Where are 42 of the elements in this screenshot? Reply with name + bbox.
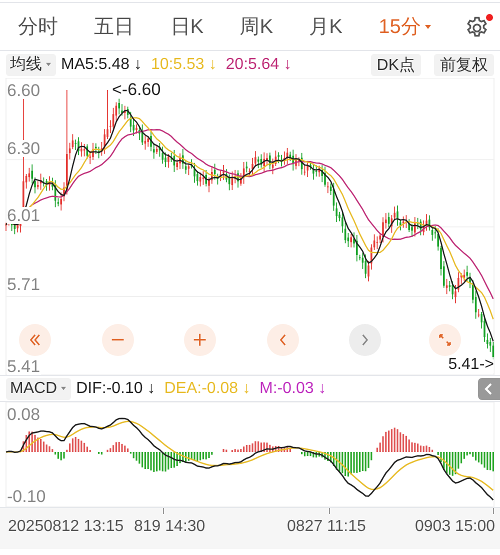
axis-label: 5.41 [7,358,42,375]
axis-label: 6.30 [7,140,42,157]
caret-icon [60,386,68,391]
indicator-value: 20:5.64 ↓ [226,54,292,74]
chart-control-button[interactable] [267,324,299,356]
indicator-value: M:-0.03 ↓ [260,378,326,398]
chevron-left-icon [484,383,494,395]
minus-icon [111,338,125,342]
indicator-value: MA5:5.48 ↓ [61,54,142,74]
tab[interactable]: 月K [309,12,343,42]
toolbar-button[interactable]: 前复权 [434,54,494,76]
tab[interactable]: 分时 [18,12,58,42]
indicator-value: DEA:-0.08 ↓ [164,378,251,398]
chart-control-button[interactable] [429,324,461,356]
axis-label: 0827 11:15 [287,519,366,535]
axis-label: 20250812 13:15 [8,519,124,535]
indicator-value: DIF:-0.10 ↓ [76,378,156,398]
axis-label: 0.08 [7,406,40,423]
tab[interactable]: 日K [170,12,204,42]
axis-label: 819 14:30 [134,519,206,535]
plus-icon [193,333,207,347]
indicator-value: 10:5.53 ↓ [150,54,217,74]
axis-label: 5.71 [7,276,42,294]
axis-label: 6.60 [7,82,42,99]
double-chevron-left-icon [30,334,40,346]
indicator-selector[interactable]: MACD [6,378,72,400]
tab[interactable]: 周K [240,12,274,42]
tab[interactable]: 五日 [94,12,134,42]
chart-control-button[interactable] [184,324,216,356]
toolbar-button[interactable]: DK点 [370,54,421,76]
indicator-selector[interactable]: 均线 [6,54,56,76]
axis-label: 6.01 [7,206,42,224]
collapse-button[interactable] [478,378,500,400]
price-marker: <-6.60 [112,81,161,98]
axis-label: 0903 15:00 [415,519,496,535]
price-marker: 5.41-> [448,357,494,373]
caret-icon [45,62,52,67]
axis-label: -0.10 [7,488,46,505]
expand-arrows-icon [439,334,451,346]
chart-control-button[interactable] [19,324,51,356]
chevron-right-icon [362,334,368,346]
chevron-left-icon [280,334,286,346]
